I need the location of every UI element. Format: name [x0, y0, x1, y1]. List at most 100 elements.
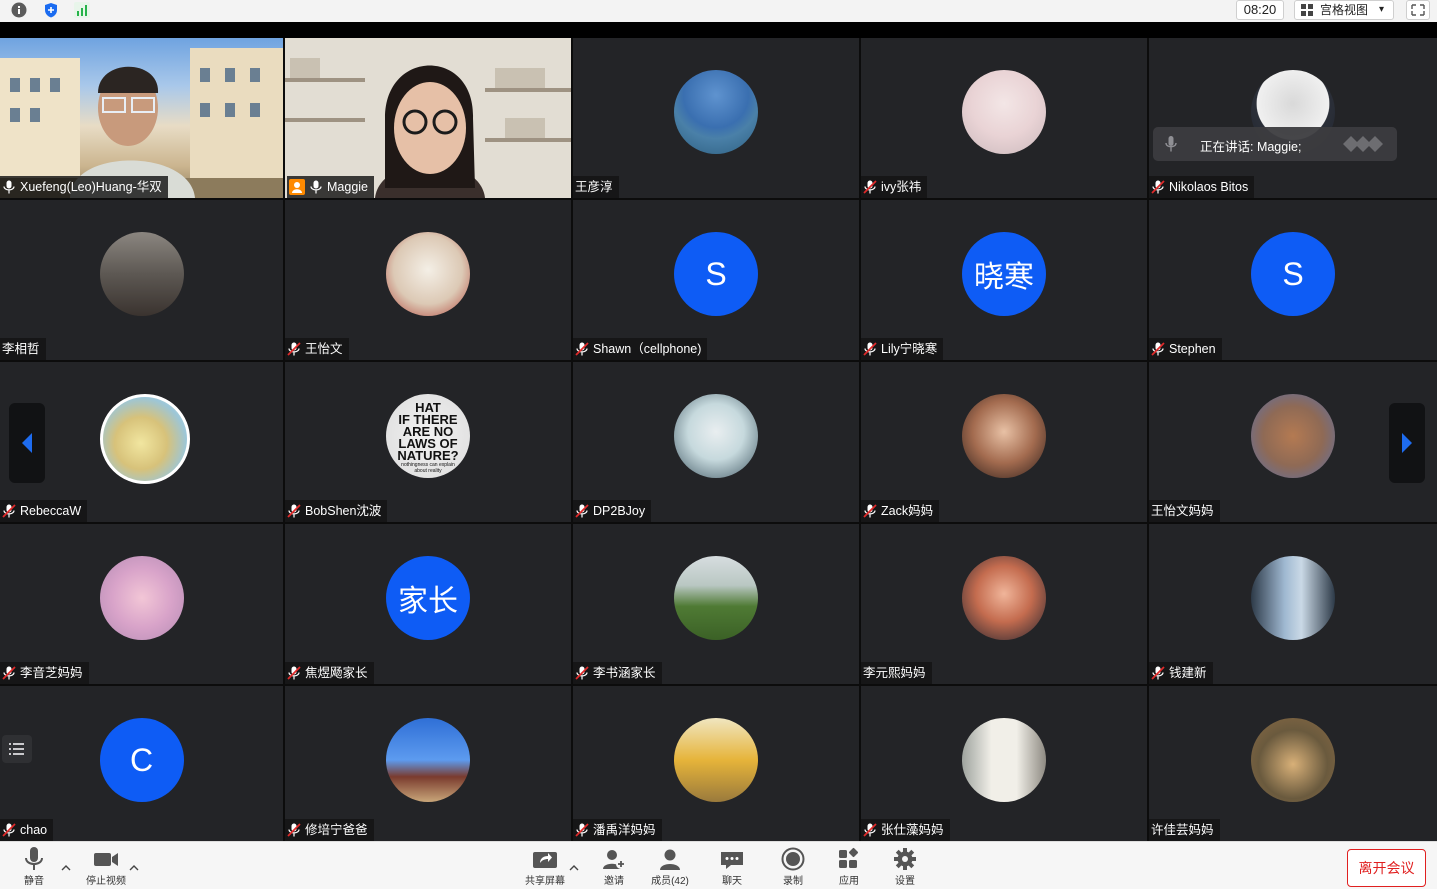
mic-icon [1165, 136, 1177, 152]
participants-button[interactable]: 成员(42) [640, 846, 700, 887]
chat-icon [721, 852, 743, 869]
person-video-image [0, 48, 283, 198]
video-feed [285, 38, 571, 198]
list-icon [9, 743, 24, 755]
participant-name: 许佳芸妈妈 [1151, 823, 1214, 837]
next-page-button[interactable] [1389, 403, 1425, 483]
invite-button[interactable]: 邀请 [584, 846, 644, 887]
avatar-photo [1251, 394, 1335, 478]
participant-name-tag: 钱建新 [1149, 662, 1213, 684]
participant-tile[interactable]: 晓寒 Lily宁晓寒 [861, 200, 1147, 360]
caret-up-icon[interactable] [129, 864, 139, 872]
participant-tile[interactable]: 李相哲 [0, 200, 283, 360]
participant-tile[interactable]: 李元熙妈妈 [861, 524, 1147, 684]
speaking-indicator: 正在讲话: Maggie; [1153, 127, 1397, 161]
participant-tile[interactable]: Maggie [285, 38, 571, 198]
avatar-text-line: about reality [414, 468, 442, 474]
participant-tile[interactable]: S Shawn（cellphone) [573, 200, 859, 360]
record-icon [781, 847, 805, 871]
caret-up-icon[interactable] [61, 864, 71, 872]
participant-name-tag: ivy张祎 [861, 176, 928, 198]
apps-label: 应用 [839, 876, 859, 887]
speaking-label: 正在讲话: Maggie; [1200, 140, 1302, 154]
participant-tile[interactable]: S Stephen [1149, 200, 1437, 360]
top-bar: 08:20 宫格视图 ▾ [0, 0, 1437, 23]
participant-name-tag: Xuefeng(Leo)Huang-华双 [0, 176, 168, 198]
chat-button[interactable]: 聊天 [702, 846, 762, 887]
signal-icon[interactable] [74, 2, 90, 18]
participant-name: BobShen沈波 [305, 504, 382, 518]
fullscreen-button[interactable] [1406, 0, 1430, 20]
participant-name: Lily宁晓寒 [881, 342, 938, 356]
participant-tile[interactable]: Zack妈妈 [861, 362, 1147, 522]
participant-tile[interactable]: 修培宁爸爸 [285, 686, 571, 841]
participant-name: ivy张祎 [881, 180, 922, 194]
participant-tile[interactable]: Nikolaos Bitos [1149, 38, 1437, 198]
participant-tile[interactable]: 王彦淳 [573, 38, 859, 198]
leave-meeting-button[interactable]: 离开会议 [1347, 849, 1426, 887]
share-screen-button[interactable]: 共享屏幕 [515, 846, 575, 887]
participant-tile[interactable]: HAT IF THERE ARE NO LAWS OF NATURE? nothingne… [285, 362, 571, 522]
participant-name: 李相哲 [2, 342, 40, 356]
participant-tile[interactable]: 李音芝妈妈 [0, 524, 283, 684]
participant-name-tag: 李书涵家长 [573, 662, 662, 684]
participant-tile[interactable]: 许佳芸妈妈 [1149, 686, 1437, 841]
record-button[interactable]: 录制 [763, 846, 823, 887]
list-toggle-button[interactable] [2, 735, 32, 763]
info-icon[interactable] [11, 2, 27, 18]
participant-name: 李音芝妈妈 [20, 666, 83, 680]
participant-name: 王彦淳 [575, 180, 613, 194]
mic-muted-icon [287, 823, 301, 837]
participant-name: Zack妈妈 [881, 504, 934, 518]
mic-muted-icon [2, 823, 16, 837]
stop-video-button[interactable]: 停止视频 [76, 846, 136, 887]
avatar-text: HAT IF THERE ARE NO LAWS OF NATURE? nothingne… [386, 401, 470, 474]
video-feed [0, 38, 283, 198]
mic-muted-icon [1151, 342, 1165, 356]
participant-name: 张仕藻妈妈 [881, 823, 944, 837]
participant-tile[interactable]: ivy张祎 [861, 38, 1147, 198]
participant-tile[interactable]: 潘禹洋妈妈 [573, 686, 859, 841]
settings-button[interactable]: 设置 [875, 846, 935, 887]
mic-icon [310, 180, 322, 194]
participant-tile[interactable]: 张仕藻妈妈 [861, 686, 1147, 841]
person-icon [289, 179, 305, 195]
caret-up-icon[interactable] [569, 864, 579, 872]
participant-name-tag: 李相哲 [0, 338, 46, 360]
avatar-initials: 家长 [386, 556, 470, 640]
mute-label: 静音 [24, 876, 44, 887]
participant-name: 修培宁爸爸 [305, 823, 368, 837]
mic-muted-icon [1151, 180, 1165, 194]
grid-view-icon [1301, 4, 1313, 16]
view-mode-button[interactable]: 宫格视图 ▾ [1294, 0, 1394, 20]
apps-icon [839, 847, 859, 868]
avatar-initials: C [99, 718, 184, 802]
participant-name: DP2BJoy [593, 504, 646, 518]
participant-tile[interactable]: Xuefeng(Leo)Huang-华双 [0, 38, 283, 198]
avatar-photo [962, 556, 1046, 640]
person-video-image [285, 38, 571, 198]
record-label: 录制 [783, 876, 803, 887]
mute-button[interactable]: 静音 [4, 846, 64, 887]
participant-tile[interactable]: 李书涵家长 [573, 524, 859, 684]
mic-muted-icon [2, 666, 16, 680]
meeting-toolbar: 静音 停止视频 共享屏幕 邀请 成员(42) 聊天 录制 应用 设置 离开会议 [0, 841, 1437, 889]
audio-wave-icon [1343, 136, 1383, 152]
participant-tile[interactable]: 家长 焦煜飏家长 [285, 524, 571, 684]
avatar-text-line: NATURE? [397, 448, 459, 463]
shield-icon[interactable] [43, 2, 59, 18]
chat-label: 聊天 [722, 876, 742, 887]
participant-name-tag: 潘禹洋妈妈 [573, 819, 662, 841]
avatar-photo [386, 232, 470, 316]
invite-icon [603, 850, 626, 869]
participant-tile[interactable]: Cchao [0, 686, 283, 841]
participant-name: 王怡文 [305, 342, 343, 356]
chevron-down-icon: ▾ [1379, 4, 1385, 15]
apps-button[interactable]: 应用 [819, 846, 879, 887]
participant-tile[interactable]: DP2BJoy [573, 362, 859, 522]
prev-page-button[interactable] [9, 403, 45, 483]
participant-name-tag: 张仕藻妈妈 [861, 819, 950, 841]
participant-tile[interactable]: 王怡文 [285, 200, 571, 360]
participant-tile[interactable]: 钱建新 [1149, 524, 1437, 684]
mic-muted-icon [575, 823, 589, 837]
